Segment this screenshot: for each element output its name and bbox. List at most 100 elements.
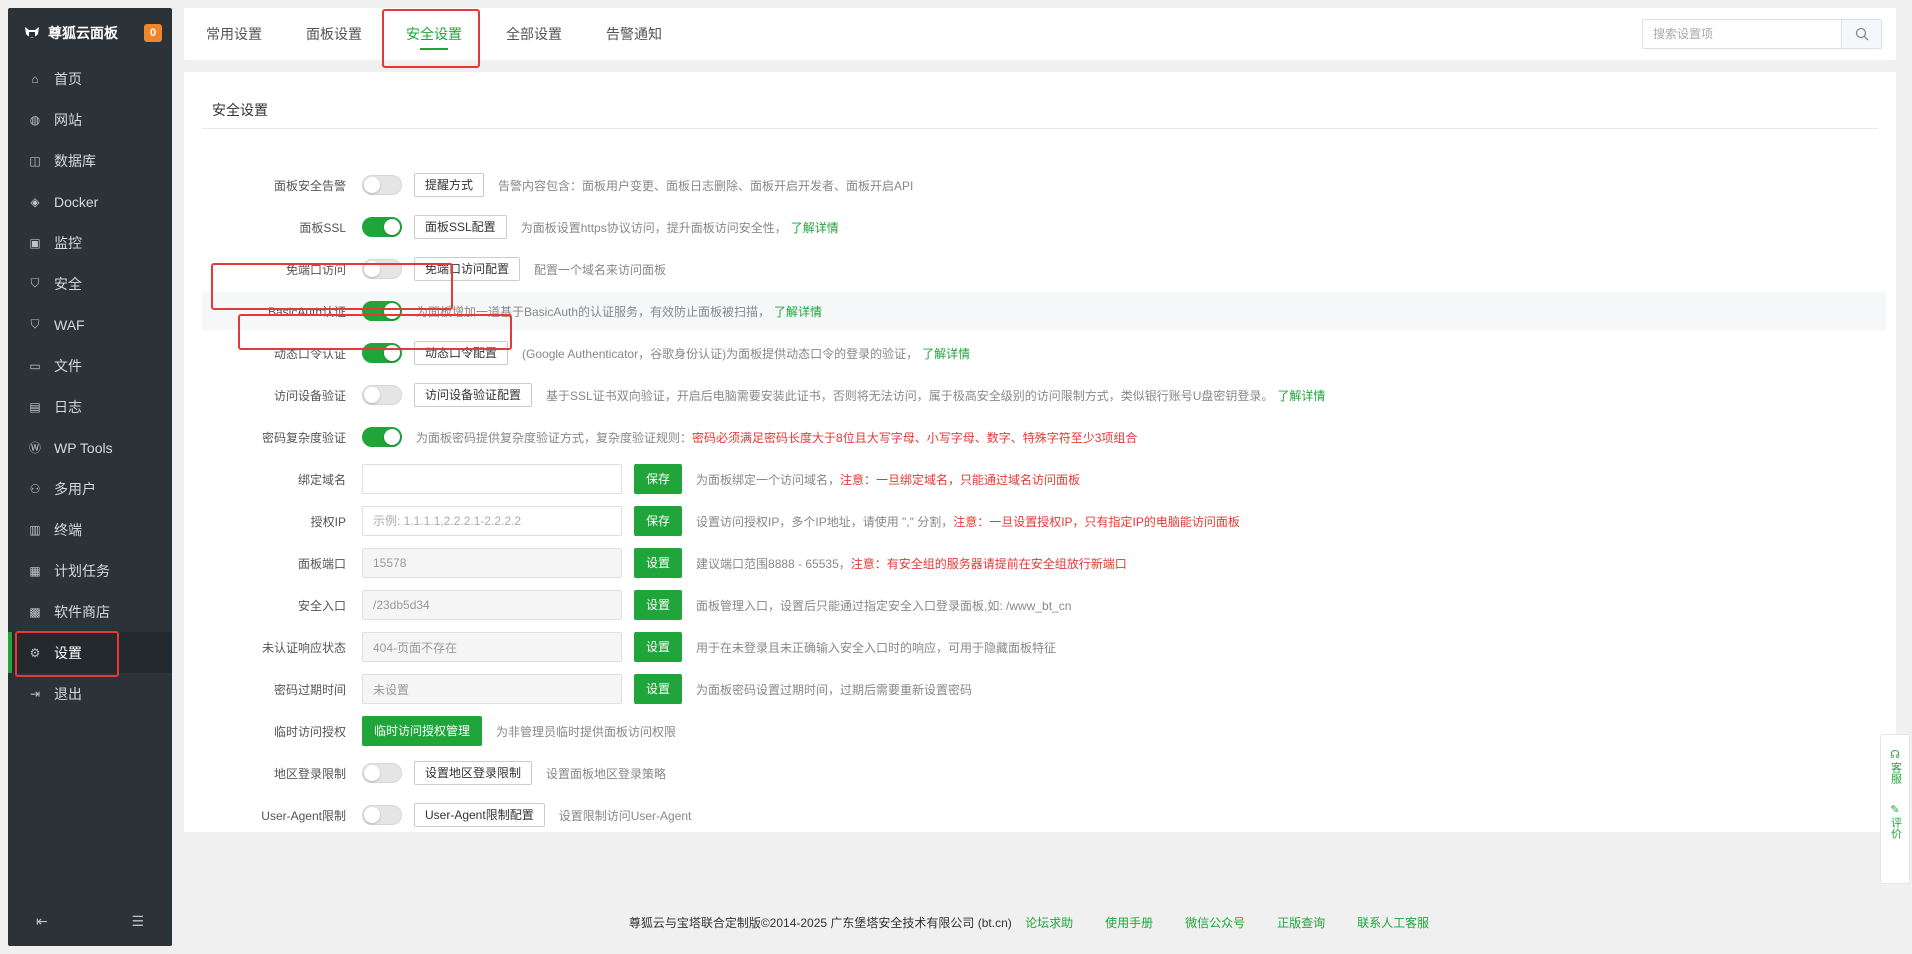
device-toggle[interactable] [362,385,402,405]
setting-row-ua: User-Agent限制 User-Agent限制配置 设置限制访问User-A… [202,796,1886,834]
noport-toggle[interactable] [362,259,402,279]
entry-input[interactable] [362,590,622,620]
sidebar-item-globe[interactable]: ◍ 网站 [8,99,172,140]
tab-all[interactable]: 全部设置 [484,8,584,60]
sidebar-item-label: WP Tools [54,439,113,456]
sidebar-item-logout[interactable]: ⇥ 退出 [8,673,172,714]
brand-name: 尊狐云面板 [48,25,118,41]
alarm-toggle[interactable] [362,175,402,195]
port-input[interactable] [362,548,622,578]
warning-text: 注意：一旦绑定域名，只能通过域名访问面板 [840,472,1081,487]
sidebar-item-home[interactable]: ⌂ 首页 [8,58,172,99]
log-icon: ▤ [29,399,41,414]
basicauth-toggle[interactable] [362,301,402,321]
sidebar-item-calendar[interactable]: ▦ 计划任务 [8,550,172,591]
collapse-icon[interactable]: ⇤ [36,913,48,930]
domain-input[interactable] [362,464,622,494]
learn-more-link[interactable]: 了解详情 [791,221,839,235]
setting-desc: 为面板增加一道基于BasicAuth的认证服务，有效防止面板被扫描， 了解详情 [416,303,822,320]
totp-toggle[interactable] [362,343,402,363]
footer-link-manual[interactable]: 使用手册 [1105,916,1153,930]
sidebar-item-label: 软件商店 [54,603,110,620]
sidebar-item-shield[interactable]: ⛉ 安全 [8,263,172,304]
setting-label: 免端口访问 [285,262,346,277]
footer-link-forum[interactable]: 论坛求助 [1025,916,1073,930]
sidebar: 尊狐云面板 0 ⌂ 首页 ◍ 网站 ◫ 数据库 ◈ Docker ▣ 监控 ⛉ 安全 ⛉ WAF ▭ 文件 ▤ 日… [8,8,172,946]
noport-config-button[interactable]: 免端口访问配置 [414,257,521,281]
ua-config-button[interactable]: User-Agent限制配置 [414,803,545,827]
sidebar-item-terminal[interactable]: ▥ 终端 [8,509,172,550]
unauth-input[interactable] [362,632,622,662]
learn-more-link[interactable]: 了解详情 [922,347,970,361]
ssl-toggle[interactable] [362,217,402,237]
search-input[interactable] [1643,20,1841,48]
home-icon: ⌂ [31,71,39,86]
settings-tabbar: 常用设置 面板设置 安全设置 全部设置 告警通知 [184,8,1896,60]
region-toggle[interactable] [362,763,402,783]
setting-row-expire: 密码过期时间 设置 为面板密码设置过期时间，过期后需要重新设置密码 [202,670,1886,708]
sidebar-item-label: WAF [54,316,85,333]
sidebar-item-folder[interactable]: ▭ 文件 [8,345,172,386]
setting-desc: 设置访问授权IP，多个IP地址，请使用 "," 分割，注意：一旦设置授权IP，只… [696,513,1240,530]
sidebar-item-log[interactable]: ▤ 日志 [8,386,172,427]
review-label: 评价 [1889,817,1902,839]
port-set-button[interactable]: 设置 [634,548,683,578]
domain-save-button[interactable]: 保存 [634,464,683,494]
entry-set-button[interactable]: 设置 [634,590,683,620]
sidebar-item-database[interactable]: ◫ 数据库 [8,140,172,181]
setting-label: 安全入口 [297,598,346,613]
tab-common[interactable]: 常用设置 [184,8,284,60]
desc-text: (Google Authenticator，谷歌身份认证)为面板提供动态口令的登… [522,346,919,361]
sidebar-item-wordpress[interactable]: Ⓦ WP Tools [8,427,172,468]
ssl-config-button[interactable]: 面板SSL配置 [414,215,507,239]
ip-save-button[interactable]: 保存 [634,506,683,536]
footer-link-support[interactable]: 联系人工客服 [1357,916,1429,930]
copyright-text: 尊狐云与宝塔联合定制版©2014-2025 广东堡塔安全技术有限公司 (bt.c… [628,916,1012,930]
tab-panel[interactable]: 面板设置 [284,8,384,60]
setting-desc: 为非管理员临时提供面板访问权限 [496,724,677,739]
sidebar-item-docker[interactable]: ◈ Docker [8,181,172,222]
footer-link-wechat[interactable]: 微信公众号 [1185,916,1245,930]
tab-alerts[interactable]: 告警通知 [584,8,684,60]
settings-search [1642,19,1882,49]
password-complexity-toggle[interactable] [362,427,402,447]
edit-icon: ✎ [1890,804,1900,816]
device-config-button[interactable]: 访问设备验证配置 [414,383,533,407]
customer-service-button[interactable]: ☊ 客服 [1889,749,1902,784]
setting-desc: 为面板密码设置过期时间，过期后需要重新设置密码 [696,682,973,697]
learn-more-link[interactable]: 了解详情 [774,305,822,319]
divider [202,128,1878,129]
users-icon: ⚇ [29,481,41,496]
sidebar-item-gear[interactable]: ⚙ 设置 [8,632,172,673]
expire-set-button[interactable]: 设置 [634,674,683,704]
panel-title: 安全设置 [212,102,268,118]
region-config-button[interactable]: 设置地区登录限制 [414,761,533,785]
tab-security[interactable]: 安全设置 [384,8,484,60]
unauth-set-button[interactable]: 设置 [634,632,683,662]
setting-label: 绑定域名 [297,472,346,487]
sidebar-item-users[interactable]: ⚇ 多用户 [8,468,172,509]
footer-link-verify[interactable]: 正版查询 [1277,916,1325,930]
ua-toggle[interactable] [362,805,402,825]
totp-config-button[interactable]: 动态口令配置 [414,341,509,365]
setting-desc: 建议端口范围8888 - 65535，注意：有安全组的服务器请提前在安全组放行新… [696,555,1127,572]
ip-input[interactable] [362,506,622,536]
security-settings-panel: 安全设置 面板安全告警 提醒方式 告警内容包含：面板用户变更、面板日志删除、面板… [184,72,1896,832]
sidebar-item-waf-shield[interactable]: ⛉ WAF [8,304,172,345]
notification-badge[interactable]: 0 [144,24,162,42]
sidebar-item-apps[interactable]: ▩ 软件商店 [8,591,172,632]
floating-service-bar: ☊ 客服 ✎ 评价 [1880,734,1910,884]
sidebar-item-monitor[interactable]: ▣ 监控 [8,222,172,263]
brand[interactable]: 尊狐云面板 0 [8,8,172,58]
expire-input[interactable] [362,674,622,704]
review-button[interactable]: ✎ 评价 [1889,804,1902,839]
alarm-method-button[interactable]: 提醒方式 [414,173,485,197]
setting-row-totp: 动态口令认证 动态口令配置 (Google Authenticator，谷歌身份… [202,334,1886,372]
setting-desc: 基于SSL证书双向验证，开启后电脑需要安装此证书，否则将无法访问，属于极高安全级… [546,387,1325,404]
menu-list-icon[interactable]: ☰ [131,913,144,930]
sidebar-item-label: 安全 [54,275,82,292]
search-button[interactable] [1841,20,1881,48]
temp-access-button[interactable]: 临时访问授权管理 [362,716,483,746]
setting-label: 面板端口 [297,556,346,571]
learn-more-link[interactable]: 了解详情 [1277,389,1325,403]
